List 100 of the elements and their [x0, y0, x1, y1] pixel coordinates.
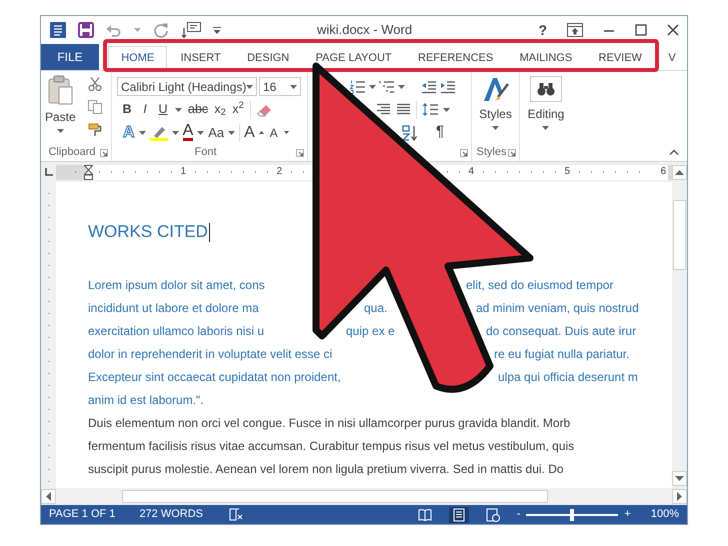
scroll-left-button[interactable] — [41, 489, 56, 504]
highlighter-icon[interactable] — [150, 124, 168, 140]
scroll-right-button[interactable] — [672, 489, 687, 504]
arrow-right-icon[interactable] — [677, 492, 682, 501]
zoom-in-button[interactable]: + — [624, 506, 631, 523]
editing-button[interactable]: Editing — [528, 71, 564, 130]
ribbon-tab[interactable]: INSERT — [167, 46, 234, 70]
caret-line-icon[interactable] — [213, 26, 221, 34]
caret-icon[interactable] — [542, 126, 550, 130]
italic-button[interactable]: I — [139, 100, 151, 119]
ribbon-tab[interactable]: PAGE LAYOUT — [302, 46, 405, 70]
caret-icon[interactable] — [398, 84, 405, 88]
word-count[interactable]: 272 WORDS — [139, 506, 204, 523]
caret-icon[interactable] — [138, 130, 146, 134]
ribbon-tab[interactable]: V — [655, 46, 687, 70]
help-button[interactable]: ? — [538, 20, 547, 40]
strikethrough-button[interactable]: abc — [188, 100, 208, 119]
scissors-icon[interactable] — [88, 77, 102, 91]
sort-icon[interactable] — [402, 124, 418, 140]
page-count[interactable]: PAGE 1 OF 1 — [49, 506, 116, 523]
caret-up-icon[interactable] — [258, 131, 264, 134]
document-icon[interactable] — [50, 22, 66, 38]
caret-icon[interactable] — [172, 130, 179, 134]
group-label: Styles — [476, 145, 508, 160]
grow-font-button[interactable]: A — [244, 124, 255, 140]
scroll-thumb[interactable] — [673, 200, 686, 270]
subscript-button[interactable]: x$_{2}$ — [214, 100, 226, 119]
chevron-up-icon[interactable] — [669, 149, 679, 155]
bold-button[interactable]: B — [121, 100, 133, 119]
cursor-box-icon[interactable] — [181, 22, 201, 38]
superscript-button[interactable]: x$^{2}$ — [232, 100, 244, 119]
arrow-down-icon[interactable] — [675, 476, 684, 481]
launcher-icon[interactable] — [460, 148, 468, 156]
indent-marker-icon[interactable] — [84, 164, 93, 180]
numbered-list-icon[interactable] — [350, 80, 366, 94]
caret-icon[interactable] — [290, 84, 297, 88]
multilevel-list-icon[interactable] — [379, 80, 395, 94]
caret-icon[interactable] — [228, 130, 236, 134]
tab-stop-icon[interactable] — [44, 168, 52, 176]
caret-icon[interactable] — [197, 130, 204, 134]
clipboard-icon[interactable] — [47, 75, 74, 105]
caret-icon[interactable] — [246, 84, 254, 88]
text-effects-button[interactable]: A — [123, 124, 135, 140]
document-text: ulpa qui officia deserunt m — [498, 370, 638, 384]
caret-icon[interactable] — [443, 108, 450, 112]
document-text: exercitation ullamco laboris nisi u — [88, 324, 264, 338]
paste-button[interactable]: Paste — [41, 71, 80, 144]
save-icon[interactable] — [78, 22, 94, 38]
font-color-button[interactable]: A — [182, 124, 194, 142]
underline-button[interactable]: U — [157, 100, 169, 119]
caret-icon[interactable] — [175, 108, 182, 112]
styles-button[interactable]: Styles — [479, 71, 512, 130]
indent-icon[interactable] — [440, 80, 456, 94]
ribbon-tab[interactable]: MAILINGS — [506, 46, 586, 70]
launcher-icon[interactable] — [508, 148, 516, 156]
scroll-up-button[interactable] — [672, 164, 687, 180]
circular-arrow-icon[interactable] — [153, 22, 169, 38]
caret-down-icon[interactable] — [284, 131, 289, 134]
zoom-out-button[interactable]: - — [516, 506, 520, 523]
ribbon-tab[interactable]: HOME — [108, 46, 168, 70]
document-heading: WORKS CITED — [88, 222, 208, 242]
ribbon-tab[interactable]: DESIGN — [234, 46, 302, 70]
ribbon-tab[interactable]: REFERENCES — [404, 46, 506, 70]
ribbon-tab[interactable]: REVIEW — [585, 46, 656, 70]
justify-icon[interactable] — [396, 103, 411, 116]
close-icon[interactable] — [667, 24, 679, 36]
binoculars-icon[interactable] — [530, 76, 562, 102]
caret-icon[interactable] — [56, 129, 64, 133]
arrow-up-icon[interactable] — [675, 170, 684, 174]
font-size-field[interactable]: 16 — [259, 77, 301, 96]
document-text: quip ex e — [346, 324, 395, 338]
letter-brush-icon[interactable] — [482, 76, 510, 102]
ruler-number: 4 — [467, 167, 475, 177]
group-label: Font — [193, 145, 218, 160]
document-text: Lorem ipsum dolor sit amet, cons — [88, 278, 265, 292]
caret-icon[interactable] — [492, 126, 499, 130]
book-icon[interactable] — [229, 508, 244, 521]
align-right-icon[interactable] — [376, 103, 391, 116]
outdent-icon[interactable] — [421, 80, 437, 94]
file-tab[interactable]: FILE — [41, 44, 99, 70]
eraser-icon[interactable] — [257, 102, 274, 116]
open-book-icon — [418, 508, 432, 522]
scroll-down-button[interactable] — [672, 471, 687, 486]
zoom-percent[interactable]: 100% — [650, 506, 679, 523]
copy-icon[interactable] — [88, 100, 102, 114]
zoom-slider-thumb[interactable] — [570, 508, 574, 520]
ruler-number: 6 — [659, 167, 667, 177]
font-name-field[interactable]: Calibri Light (Headings) — [117, 77, 257, 96]
show-marks-button[interactable]: ¶ — [434, 121, 446, 144]
maximize-icon[interactable] — [635, 24, 647, 36]
shrink-font-button[interactable]: A — [268, 124, 280, 142]
line-spacing-icon[interactable] — [422, 102, 438, 117]
scroll-thumb[interactable] — [122, 490, 548, 503]
launcher-icon[interactable] — [100, 148, 108, 156]
view-button[interactable] — [448, 506, 469, 522]
brush-icon[interactable] — [88, 123, 102, 137]
change-case-button[interactable]: Aa — [208, 122, 224, 142]
arrow-left-icon[interactable] — [46, 492, 51, 501]
launcher-icon[interactable] — [296, 148, 304, 156]
caret-icon[interactable] — [369, 84, 376, 88]
